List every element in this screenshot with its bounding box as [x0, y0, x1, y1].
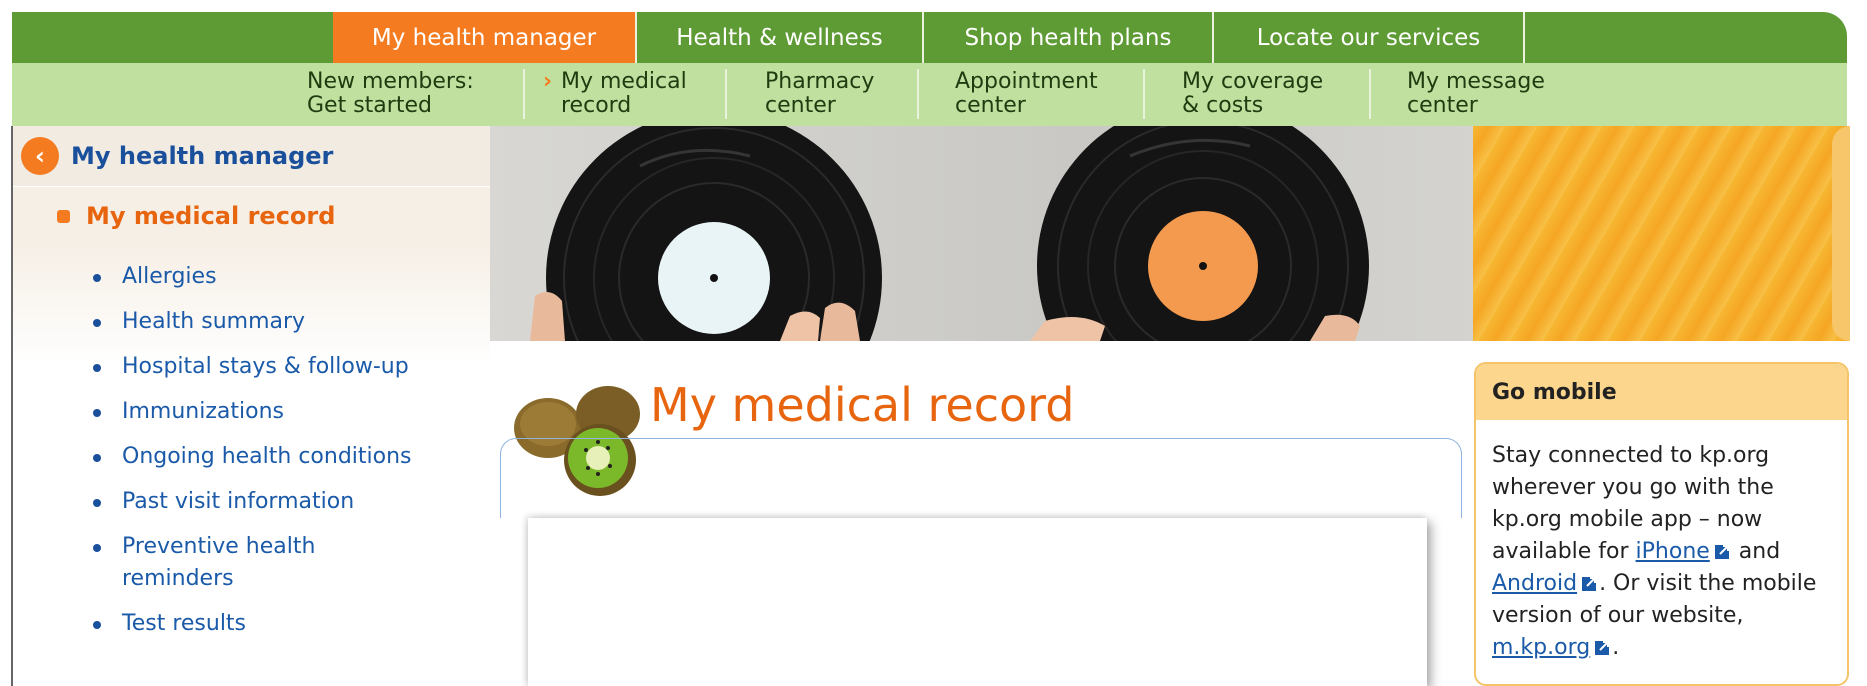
subnav-my-medical-record[interactable]: › My medical record	[543, 69, 687, 120]
sidebar-item-past-visits[interactable]: Past visit information	[13, 486, 490, 518]
tab-shop-health-plans[interactable]: Shop health plans	[924, 12, 1214, 63]
subnav-my-medical-record-line1: My medical	[561, 69, 687, 94]
go-mobile-body: Stay connected to kp.org wherever you go…	[1476, 420, 1847, 664]
sidebar-header[interactable]: ‹ My health manager	[13, 126, 490, 186]
go-mobile-panel: Go mobile Stay connected to kp.org where…	[1474, 362, 1849, 686]
square-bullet-icon	[57, 209, 70, 223]
subnav-pharmacy-line1: Pharmacy	[765, 69, 875, 94]
subnav-appointment-line1: Appointment	[955, 69, 1098, 94]
subnav-divider	[1369, 69, 1371, 119]
external-link-icon	[1595, 641, 1610, 655]
banner-orange-panel	[1473, 126, 1850, 341]
subnav-coverage-line1: My coverage	[1182, 69, 1324, 94]
current-arrow-icon: ›	[543, 69, 553, 94]
subnav-appointment-line2: center	[955, 93, 1026, 118]
subnav-divider	[1143, 69, 1145, 119]
subnav-new-members-line1: New members:	[307, 69, 474, 94]
sidebar-item-immunizations[interactable]: Immunizations	[13, 396, 490, 428]
tab-my-health-manager[interactable]: My health manager	[333, 12, 637, 63]
sidebar-links: Allergies Health summary Hospital stays …	[13, 261, 490, 653]
mobile-site-link[interactable]: m.kp.org	[1492, 635, 1590, 660]
content-panel	[528, 518, 1427, 686]
sidebar-current-section[interactable]: My medical record	[13, 187, 490, 245]
banner-photo	[490, 126, 1473, 341]
sidebar-title[interactable]: My health manager	[71, 142, 333, 170]
subnav-appointment-center[interactable]: Appointment center	[955, 70, 1098, 120]
hero-banner	[490, 126, 1850, 341]
sub-navigation: New members: Get started › My medical re…	[12, 63, 1847, 126]
tab-locate-our-services[interactable]: Locate our services	[1214, 12, 1525, 63]
go-mobile-heading: Go mobile	[1476, 364, 1847, 420]
subnav-divider	[917, 69, 919, 119]
back-chevron-icon[interactable]: ‹	[21, 137, 59, 175]
subnav-message-line1: My message	[1407, 69, 1545, 94]
go-mobile-text: and	[1731, 539, 1781, 564]
vinyl-records-image	[530, 126, 1369, 341]
external-link-icon	[1582, 577, 1597, 591]
subnav-pharmacy-line2: center	[765, 93, 836, 118]
subnav-my-medical-record-line2: record	[561, 93, 632, 118]
banner-edge	[1832, 126, 1850, 341]
subnav-pharmacy-center[interactable]: Pharmacy center	[765, 70, 874, 120]
sidebar-item-allergies[interactable]: Allergies	[13, 261, 490, 293]
subnav-message-line2: center	[1407, 93, 1478, 118]
sidebar-item-test-results[interactable]: Test results	[13, 608, 490, 640]
subnav-my-message-center[interactable]: My message center	[1407, 70, 1545, 120]
android-link[interactable]: Android	[1492, 571, 1577, 596]
subnav-divider	[523, 69, 525, 119]
external-link-icon	[1714, 545, 1729, 559]
sidebar: ‹ My health manager My medical record Al…	[13, 126, 490, 686]
iphone-link[interactable]: iPhone	[1636, 539, 1710, 564]
subnav-divider	[725, 69, 727, 119]
title-frame	[500, 438, 1462, 518]
subnav-new-members-line2: Get started	[307, 93, 432, 118]
go-mobile-text: .	[1612, 635, 1620, 660]
sidebar-item-ongoing-conditions[interactable]: Ongoing health conditions	[13, 441, 490, 473]
sidebar-item-health-summary[interactable]: Health summary	[13, 306, 490, 338]
subnav-new-members[interactable]: New members: Get started	[307, 70, 474, 120]
top-navigation: My health manager Health & wellness Shop…	[12, 12, 1847, 63]
subnav-coverage-line2: & costs	[1182, 93, 1264, 118]
page-title: My medical record	[650, 378, 1075, 432]
tab-health-wellness[interactable]: Health & wellness	[637, 12, 924, 63]
subnav-my-coverage-costs[interactable]: My coverage & costs	[1182, 70, 1323, 120]
sidebar-subtitle[interactable]: My medical record	[86, 202, 335, 230]
top-nav-spacer	[12, 12, 333, 63]
sidebar-item-preventive-reminders[interactable]: Preventive health reminders	[13, 531, 413, 595]
sidebar-item-hospital-stays[interactable]: Hospital stays & follow-up	[13, 351, 490, 383]
